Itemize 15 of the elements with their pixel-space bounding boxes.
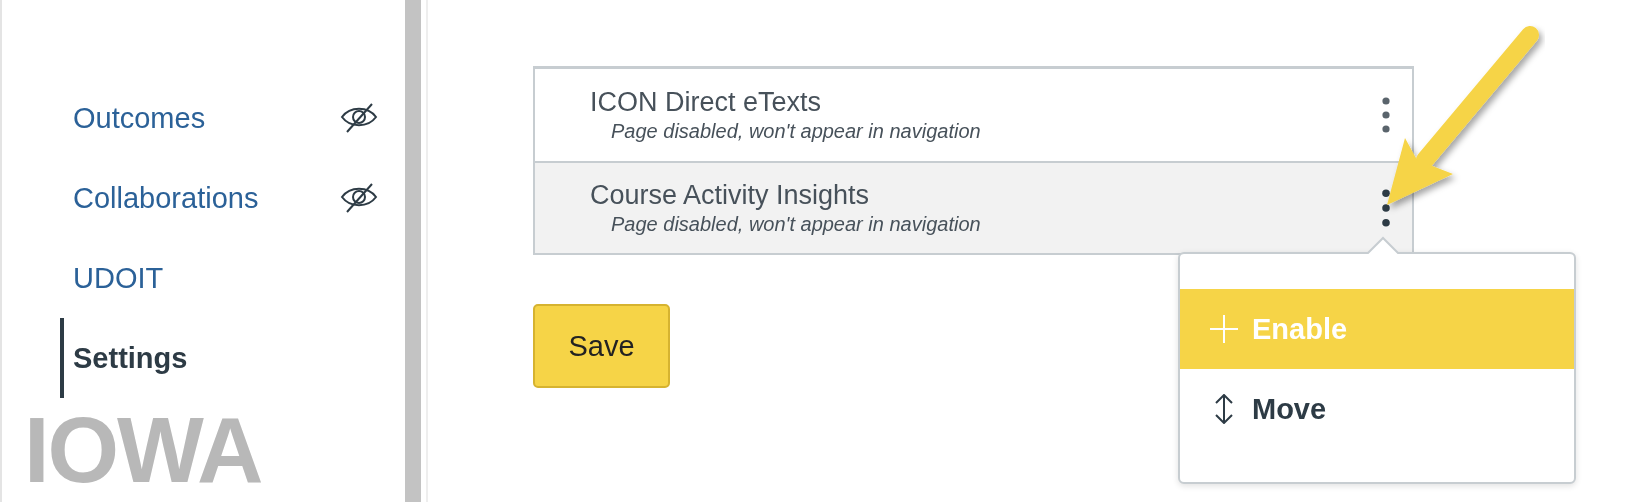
nav-link[interactable]: UDOIT <box>73 261 164 295</box>
tool-name: ICON Direct eTexts <box>590 87 823 118</box>
tool-name: Course Activity Insights <box>590 180 871 211</box>
nav-link[interactable]: Outcomes <box>73 101 206 135</box>
status-note: Page disabled, won't appear in navigation <box>610 120 981 143</box>
plus-icon <box>1210 314 1238 344</box>
scrollbar[interactable] <box>405 0 421 502</box>
status-note: Page disabled, won't appear in navigation <box>610 213 981 236</box>
save-button[interactable]: Save <box>533 304 670 388</box>
logo-text: IOWA <box>24 404 262 496</box>
kebab-menu-icon[interactable] <box>1381 189 1391 227</box>
menu-item[interactable]: Move <box>1180 369 1574 449</box>
kebab-menu-icon[interactable] <box>1382 97 1390 133</box>
nav-link[interactable]: Settings <box>73 341 188 375</box>
nav-link[interactable]: Collaborations <box>73 181 259 215</box>
